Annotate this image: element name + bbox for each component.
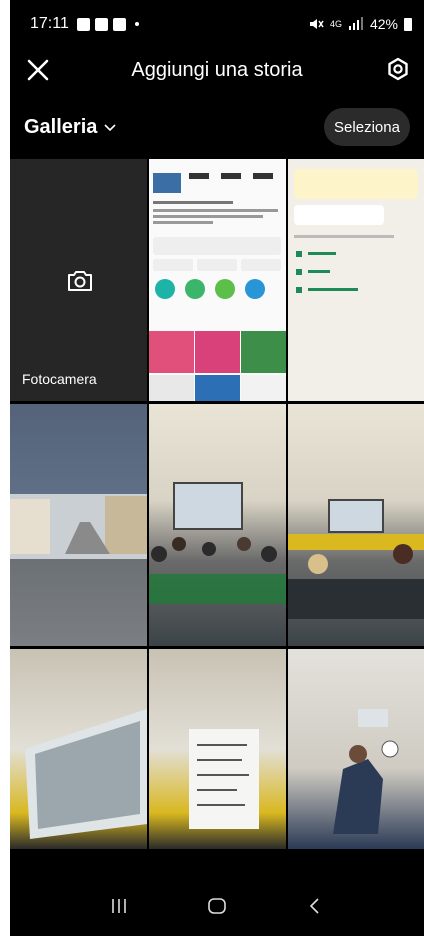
recent-apps-button[interactable] — [99, 886, 139, 926]
video-notification-icon — [94, 17, 108, 31]
media-thumbnail[interactable] — [149, 159, 286, 401]
media-thumbnail[interactable] — [288, 649, 424, 849]
album-name: Galleria — [24, 115, 98, 138]
battery-icon — [404, 17, 412, 31]
more-notifications-icon — [134, 22, 139, 26]
back-icon — [309, 898, 319, 914]
story-picker-screen: 17:11 4G 42% Aggiungi una storia Galleri… — [10, 0, 424, 936]
media-thumbnail[interactable] — [149, 404, 286, 646]
chat-screenshot-image — [294, 169, 418, 293]
signal-icon — [348, 17, 363, 30]
select-button[interactable]: Seleziona — [324, 108, 410, 146]
camera-label: Fotocamera — [22, 371, 97, 387]
camera-icon — [68, 271, 92, 291]
gear-icon[interactable] — [384, 56, 412, 84]
media-thumbnail[interactable] — [149, 649, 286, 849]
recent-apps-icon — [112, 899, 126, 913]
flipchart-photo-image — [189, 729, 259, 829]
chevron-down-icon — [104, 124, 116, 132]
classroom-photo-image — [149, 537, 286, 604]
status-right: 4G 42% — [308, 16, 412, 32]
network-type: 4G — [329, 19, 342, 29]
page-title: Aggiungi una storia — [131, 58, 303, 81]
media-thumbnail[interactable] — [10, 649, 147, 849]
profile-screenshot-image — [149, 173, 286, 401]
status-time: 17:11 — [30, 15, 69, 32]
top-bar: Aggiungi una storia — [10, 48, 424, 92]
home-icon — [208, 898, 226, 914]
album-selector[interactable]: Galleria — [24, 116, 117, 139]
home-button[interactable] — [197, 886, 237, 926]
status-bar: 17:11 4G 42% — [10, 0, 424, 48]
notification-icons — [76, 17, 139, 31]
gallery-row: Galleria Seleziona — [10, 106, 424, 148]
screenshot-notification-icon — [112, 17, 126, 31]
close-icon[interactable] — [24, 56, 52, 84]
system-nav-bar — [10, 876, 424, 936]
media-thumbnail[interactable] — [288, 404, 424, 646]
projector-photo-image — [333, 709, 399, 834]
projection-photo-image — [25, 709, 147, 839]
mute-icon — [309, 19, 324, 29]
back-button[interactable] — [295, 886, 335, 926]
camera-tile[interactable]: Fotocamera — [10, 159, 147, 401]
battery-level: 42% — [369, 16, 398, 32]
media-thumbnail[interactable] — [10, 404, 147, 646]
media-thumbnail[interactable] — [288, 159, 424, 401]
media-grid: Fotocamera — [10, 159, 424, 849]
classroom-photo-image — [288, 534, 424, 619]
street-photo-image — [10, 494, 147, 559]
gallery-notification-icon — [76, 17, 90, 31]
